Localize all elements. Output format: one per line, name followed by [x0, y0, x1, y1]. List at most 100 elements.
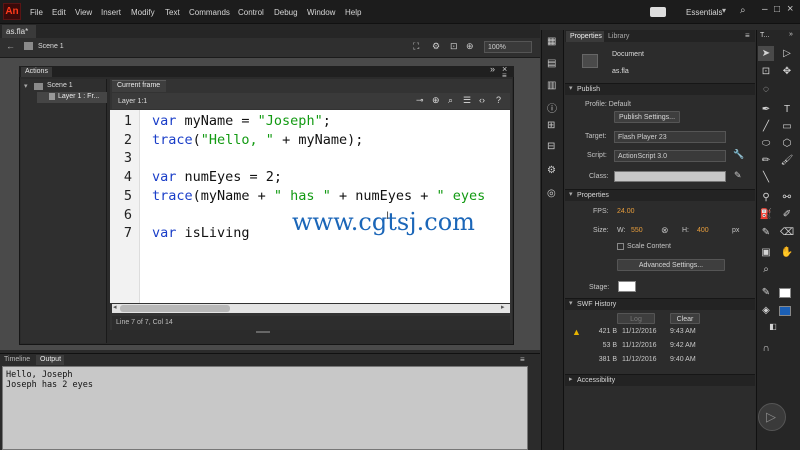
tab-properties[interactable]: Properties: [570, 33, 602, 40]
align-icon[interactable]: ▤: [547, 58, 556, 69]
edit-scene-icon[interactable]: ⛶: [413, 41, 419, 52]
fps-value[interactable]: 24.00: [617, 208, 635, 215]
menu-view[interactable]: View: [75, 8, 92, 17]
subselection-tool-icon[interactable]: ▷: [780, 47, 794, 61]
oval-tool-icon[interactable]: ⬭: [759, 137, 773, 151]
scene-label[interactable]: Scene 1: [38, 43, 64, 50]
menu-help[interactable]: Help: [345, 8, 361, 17]
edit-class-icon[interactable]: ✎: [734, 170, 742, 181]
scroll-left-icon[interactable]: ◂: [113, 303, 117, 311]
lasso-tool-icon[interactable]: ◌: [759, 83, 773, 97]
code-line[interactable]: var numEyes = 2;: [152, 169, 282, 185]
center-stage-icon[interactable]: ⊕: [466, 41, 474, 52]
workspace-switcher[interactable]: Essentials: [686, 8, 722, 17]
text-tool-icon[interactable]: T: [780, 103, 794, 117]
target-icon[interactable]: ⊕: [432, 95, 440, 106]
menu-commands[interactable]: Commands: [189, 8, 230, 17]
menu-modify[interactable]: Modify: [131, 8, 155, 17]
format-code-icon[interactable]: ☰: [463, 95, 471, 106]
expand-accessibility-icon[interactable]: ▸: [569, 375, 573, 383]
scroll-right-icon[interactable]: ▸: [501, 303, 505, 311]
tab-timeline[interactable]: Timeline: [4, 356, 30, 363]
selection-tool-icon[interactable]: ➤: [759, 47, 773, 61]
camera-tool-icon[interactable]: ▣: [759, 246, 773, 260]
help-icon[interactable]: ?: [496, 95, 501, 105]
3d-rotation-icon[interactable]: ✥: [780, 65, 794, 79]
stage-color-swatch[interactable]: [618, 281, 636, 292]
menu-insert[interactable]: Insert: [101, 8, 121, 17]
chevron-down-icon[interactable]: ▾: [722, 6, 726, 15]
brush-tool-icon[interactable]: 🖌: [780, 154, 794, 168]
rectangle-tool-icon[interactable]: ▭: [780, 120, 794, 134]
info-icon[interactable]: ⓘ: [547, 100, 557, 115]
menu-text[interactable]: Text: [165, 8, 180, 17]
fill-color-swatch[interactable]: [779, 306, 791, 316]
clear-button[interactable]: Clear: [670, 313, 700, 324]
accessibility-section-header[interactable]: Accessibility: [565, 374, 755, 386]
tree-item-layer[interactable]: Layer 1 : Fr...: [58, 93, 99, 100]
publish-settings-button[interactable]: Publish Settings...: [614, 111, 680, 123]
ink-bottle-icon[interactable]: ✐: [780, 208, 794, 222]
zoom-tool-icon[interactable]: ⌕: [759, 263, 773, 277]
properties-section-header[interactable]: Properties: [565, 189, 755, 201]
menu-file[interactable]: File: [30, 8, 43, 17]
height-value[interactable]: 400: [697, 227, 709, 234]
code-line[interactable]: trace("Hello, " + myName);: [152, 132, 363, 148]
output-text[interactable]: Hello, Joseph Joseph has 2 eyes: [2, 366, 528, 450]
bone-tool-icon[interactable]: ⚲: [759, 191, 773, 205]
target-select[interactable]: Flash Player 23: [614, 131, 726, 143]
scale-content-checkbox[interactable]: [617, 243, 624, 250]
zoom-select[interactable]: 100%: [484, 41, 532, 53]
log-button[interactable]: Log: [617, 313, 655, 324]
collapse-icon[interactable]: »: [490, 64, 495, 74]
script-select[interactable]: ActionScript 3.0: [614, 150, 726, 162]
back-arrow-icon[interactable]: ←: [6, 41, 15, 51]
expand-swf-icon[interactable]: ▾: [569, 299, 573, 307]
class-input[interactable]: [614, 171, 726, 182]
properties-menu-icon[interactable]: ≡: [745, 31, 750, 40]
color-icon[interactable]: ▥: [547, 80, 556, 91]
polystar-tool-icon[interactable]: ⬡: [780, 137, 794, 151]
cc-libraries-icon[interactable]: ◎: [547, 188, 556, 199]
maximize-icon[interactable]: □: [774, 4, 780, 15]
transform-icon[interactable]: ⊞: [547, 120, 555, 131]
menu-edit[interactable]: Edit: [52, 8, 66, 17]
tab-output[interactable]: Output: [40, 356, 61, 363]
actions-panel-title[interactable]: Actions: [21, 67, 52, 77]
code-line[interactable]: var isLiving: [152, 225, 250, 241]
grid-icon[interactable]: ▦: [547, 36, 556, 47]
search-icon[interactable]: ⌕: [740, 5, 746, 16]
components-icon[interactable]: ⚙: [547, 165, 556, 176]
tree-expand-icon[interactable]: ▾: [24, 82, 28, 90]
width-value[interactable]: 550: [631, 227, 643, 234]
find-icon[interactable]: ⌕: [448, 95, 453, 106]
expand-publish-icon[interactable]: ▾: [569, 84, 573, 92]
hand-tool-icon[interactable]: ✋: [780, 246, 794, 260]
tree-item-scene[interactable]: Scene 1: [47, 82, 73, 89]
line-tool-icon[interactable]: ╱: [759, 120, 773, 134]
pin-script-icon[interactable]: ⊸: [416, 95, 424, 106]
swf-history-section-header[interactable]: SWF History: [565, 298, 755, 310]
paint-brush-icon[interactable]: ╲: [759, 171, 773, 185]
stroke-color-icon[interactable]: ✎: [759, 286, 773, 300]
crop-icon[interactable]: ⊡: [450, 41, 458, 52]
code-line[interactable]: var myName = "Joseph";: [152, 113, 331, 129]
menu-debug[interactable]: Debug: [274, 8, 298, 17]
code-snippets-panel-icon[interactable]: ⊟: [547, 141, 555, 152]
resize-handle[interactable]: [256, 331, 270, 333]
fill-color-icon[interactable]: ◈: [759, 304, 773, 318]
tools-close-icon[interactable]: »: [789, 31, 793, 38]
close-icon[interactable]: ×: [787, 3, 793, 15]
tab-library[interactable]: Library: [608, 33, 629, 40]
swap-colors-icon[interactable]: ◧: [766, 320, 780, 334]
sync-icon[interactable]: [650, 7, 666, 17]
output-menu-icon[interactable]: ≡: [520, 355, 525, 364]
pen-tool-icon[interactable]: ✒: [759, 103, 773, 117]
minimize-icon[interactable]: –: [762, 4, 768, 15]
expand-properties-icon[interactable]: ▾: [569, 190, 573, 198]
paint-bucket-icon[interactable]: ⛽: [759, 208, 773, 222]
edit-symbol-icon[interactable]: ⚙: [432, 41, 440, 52]
document-tab[interactable]: as.fla*: [2, 25, 36, 38]
advanced-settings-button[interactable]: Advanced Settings...: [617, 259, 725, 271]
code-line[interactable]: trace(myName + " has " + numEyes + " eye…: [152, 188, 485, 204]
